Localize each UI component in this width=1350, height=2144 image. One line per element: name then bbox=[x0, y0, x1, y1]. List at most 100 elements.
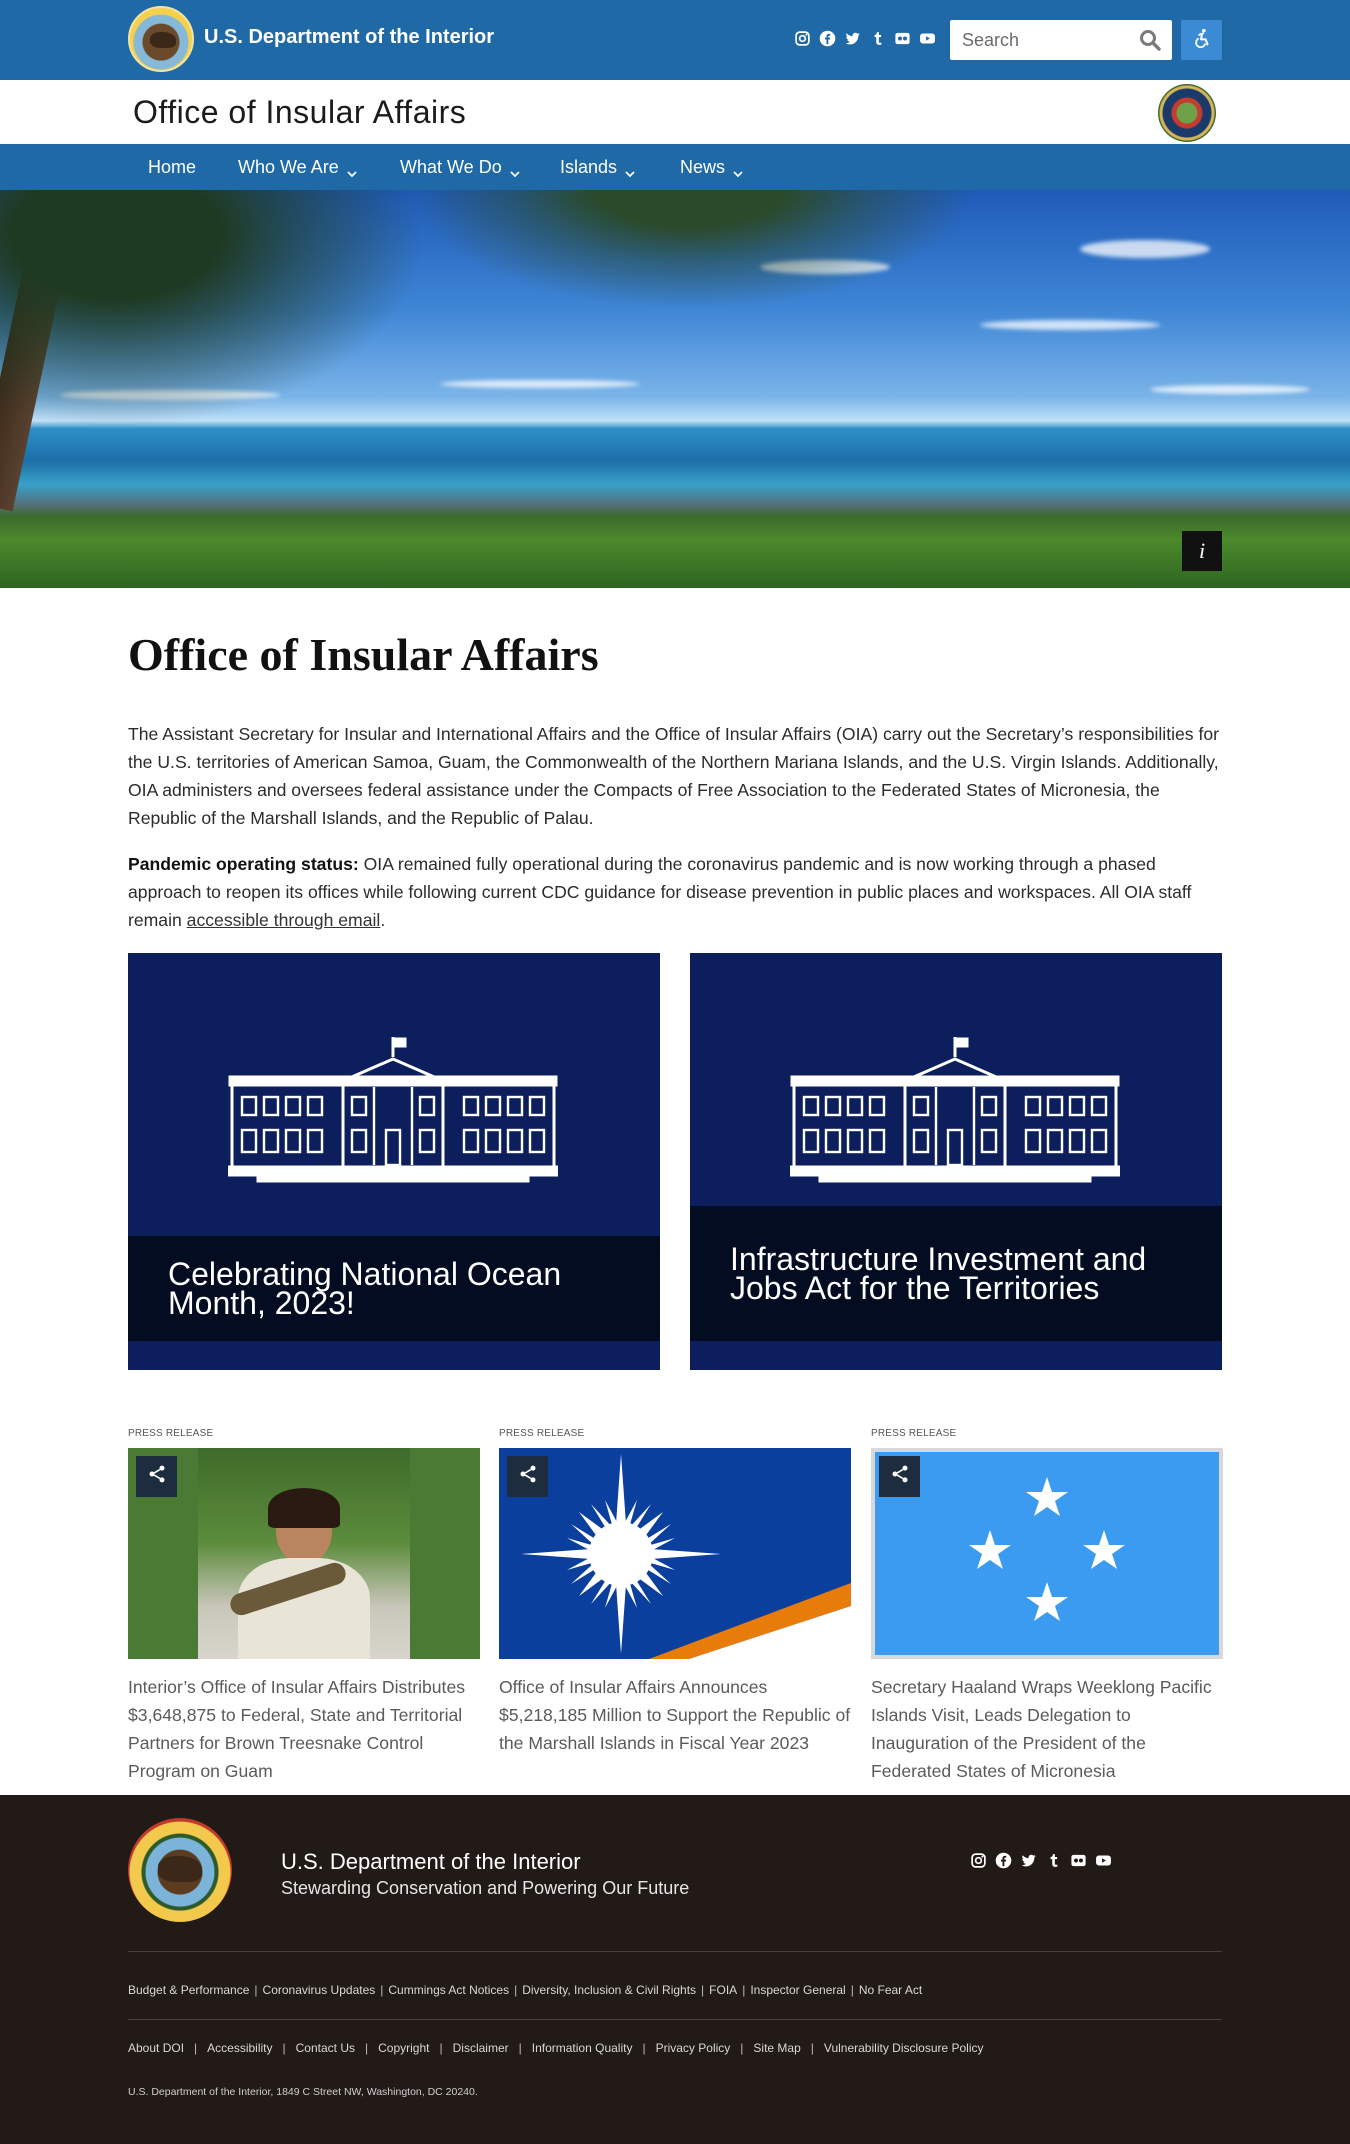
white-house-icon bbox=[790, 1037, 1120, 1183]
footer-link-cummings[interactable]: Cummings Act Notices bbox=[388, 1983, 509, 1997]
micronesia-flag bbox=[875, 1452, 1219, 1655]
footer-links-secondary: About DOI | Accessibility | Contact Us | Copyr… bbox=[128, 2041, 984, 2055]
nav-item-home[interactable]: Home bbox=[148, 157, 196, 178]
white-house-icon bbox=[228, 1037, 558, 1183]
footer: U.S. Department of the Interior Stewardi… bbox=[0, 1795, 1350, 2144]
feature-card-ocean-month[interactable]: Celebrating National Ocean Month, 2023! bbox=[128, 953, 660, 1370]
pandemic-status-paragraph: Pandemic operating status: OIA remained … bbox=[128, 850, 1224, 934]
oia-seal-logo[interactable] bbox=[1158, 84, 1216, 142]
footer-link-coronavirus[interactable]: Coronavirus Updates bbox=[263, 1983, 376, 1997]
youtube-icon[interactable] bbox=[1095, 1852, 1112, 1869]
intro-paragraph: The Assistant Secretary for Insular and … bbox=[128, 724, 1220, 828]
doi-title-link[interactable]: U.S. Department of the Interior bbox=[204, 26, 494, 49]
feature-title[interactable]: Celebrating National Ocean Month, 2023! bbox=[128, 1236, 660, 1341]
hero-cloud bbox=[980, 320, 1160, 330]
feature-title[interactable]: Infrastructure Investment and Jobs Act f… bbox=[690, 1206, 1222, 1341]
chevron-down-icon bbox=[510, 163, 520, 177]
footer-links-primary: Budget & Performance | Coronavirus Updates… bbox=[128, 1983, 923, 1997]
footer-link-diversity[interactable]: Diversity, Inclusion & Civil Rights bbox=[522, 1983, 696, 1997]
nav-item-what-we-do[interactable]: What We Do bbox=[400, 157, 520, 178]
marshall-islands-flag bbox=[521, 1454, 851, 1659]
photo-person-hair bbox=[268, 1488, 340, 1528]
footer-link-about[interactable]: About DOI bbox=[128, 2041, 184, 2055]
twitter-icon[interactable] bbox=[844, 30, 861, 47]
footer-link-info-quality[interactable]: Information Quality bbox=[532, 2041, 633, 2055]
press-release-title[interactable]: Secretary Haaland Wraps Weeklong Pacific… bbox=[871, 1673, 1223, 1785]
nav-item-label: News bbox=[680, 157, 726, 177]
chevron-down-icon bbox=[347, 163, 357, 177]
footer-tagline: Stewarding Conservation and Powering Our… bbox=[281, 1878, 690, 1898]
feature-card-infrastructure[interactable]: Infrastructure Investment and Jobs Act f… bbox=[690, 953, 1222, 1370]
footer-link-inspector-general[interactable]: Inspector General bbox=[750, 1983, 845, 1997]
top-bar: U.S. Department of the Interior bbox=[0, 0, 1350, 80]
nav-item-label: What We Do bbox=[400, 157, 502, 177]
press-release-title[interactable]: Interior’s Office of Insular Affairs Dis… bbox=[128, 1673, 480, 1785]
accessibility-button[interactable] bbox=[1181, 20, 1222, 60]
email-link[interactable]: accessible through email bbox=[187, 910, 381, 930]
hero-cloud bbox=[1080, 240, 1210, 258]
nav-item-label: Islands bbox=[560, 157, 618, 177]
share-button[interactable] bbox=[879, 1456, 920, 1497]
hero-cloud bbox=[1150, 385, 1310, 394]
facebook-icon[interactable] bbox=[995, 1852, 1012, 1869]
twitter-icon[interactable] bbox=[1020, 1852, 1037, 1869]
office-header: Office of Insular Affairs bbox=[0, 80, 1350, 144]
footer-link-site-map[interactable]: Site Map bbox=[753, 2041, 800, 2055]
instagram-icon[interactable] bbox=[970, 1852, 987, 1869]
footer-address: U.S. Department of the Interior, 1849 C … bbox=[128, 2086, 478, 2098]
footer-link-no-fear[interactable]: No Fear Act bbox=[859, 1983, 922, 1997]
nav-item-who-we-are[interactable]: Who We Are bbox=[238, 157, 357, 178]
status-label: Pandemic operating status: bbox=[128, 854, 359, 874]
flickr-icon[interactable] bbox=[1070, 1852, 1087, 1869]
footer-link-budget[interactable]: Budget & Performance bbox=[128, 1983, 249, 1997]
footer-link-disclaimer[interactable]: Disclaimer bbox=[453, 2041, 509, 2055]
press-release-image[interactable] bbox=[499, 1448, 851, 1659]
press-release-title[interactable]: Office of Insular Affairs Announces $5,2… bbox=[499, 1673, 851, 1757]
accessibility-icon bbox=[1191, 27, 1213, 54]
hero-image: i bbox=[0, 190, 1350, 588]
footer-social-links bbox=[970, 1852, 1112, 1869]
tumblr-icon[interactable] bbox=[1045, 1852, 1062, 1869]
footer-link-privacy[interactable]: Privacy Policy bbox=[656, 2041, 731, 2055]
footer-title: U.S. Department of the Interior bbox=[281, 1849, 581, 1874]
footer-link-contact[interactable]: Contact Us bbox=[296, 2041, 355, 2055]
hero-tree-foliage bbox=[380, 190, 1000, 320]
office-name-link[interactable]: Office of Insular Affairs bbox=[133, 94, 466, 131]
share-icon bbox=[147, 1464, 167, 1489]
doi-seal-logo[interactable] bbox=[128, 1818, 232, 1922]
flickr-icon[interactable] bbox=[894, 30, 911, 47]
footer-divider bbox=[128, 1951, 1222, 1952]
status-end: . bbox=[380, 910, 386, 930]
doi-seal-logo[interactable] bbox=[128, 6, 194, 72]
share-icon bbox=[518, 1464, 538, 1489]
press-release-card: PRESS RELEASE Secretary Haaland Wraps We… bbox=[871, 1428, 1223, 1785]
press-release-image[interactable] bbox=[871, 1448, 1223, 1659]
share-button[interactable] bbox=[136, 1456, 177, 1497]
micronesia-flag-stars bbox=[969, 1477, 1125, 1621]
press-release-label: PRESS RELEASE bbox=[128, 1428, 214, 1439]
share-button[interactable] bbox=[507, 1456, 548, 1497]
search-box bbox=[950, 20, 1172, 60]
youtube-icon[interactable] bbox=[919, 30, 936, 47]
press-release-card: PRESS RELEASE Office of Insular Affairs … bbox=[499, 1428, 851, 1757]
press-release-label: PRESS RELEASE bbox=[871, 1428, 957, 1439]
tumblr-icon[interactable] bbox=[869, 30, 886, 47]
footer-link-foia[interactable]: FOIA bbox=[709, 1983, 737, 1997]
instagram-icon[interactable] bbox=[794, 30, 811, 47]
page-title: Office of Insular Affairs bbox=[128, 629, 599, 680]
facebook-icon[interactable] bbox=[819, 30, 836, 47]
press-release-label: PRESS RELEASE bbox=[499, 1428, 585, 1439]
header-social-links bbox=[794, 30, 936, 47]
search-icon[interactable] bbox=[1138, 28, 1162, 52]
press-release-card: PRESS RELEASE Interior’s Office of Insul… bbox=[128, 1428, 480, 1785]
chevron-down-icon bbox=[733, 163, 743, 177]
footer-link-vulnerability[interactable]: Vulnerability Disclosure Policy bbox=[824, 2041, 984, 2055]
nav-item-news[interactable]: News bbox=[680, 157, 743, 178]
nav-item-islands[interactable]: Islands bbox=[560, 157, 635, 178]
footer-link-copyright[interactable]: Copyright bbox=[378, 2041, 429, 2055]
press-release-image[interactable] bbox=[128, 1448, 480, 1659]
footer-link-accessibility[interactable]: Accessibility bbox=[207, 2041, 272, 2055]
info-icon[interactable]: i bbox=[1182, 531, 1222, 571]
search-input[interactable] bbox=[950, 20, 1130, 60]
nav-item-label: Home bbox=[148, 157, 197, 177]
